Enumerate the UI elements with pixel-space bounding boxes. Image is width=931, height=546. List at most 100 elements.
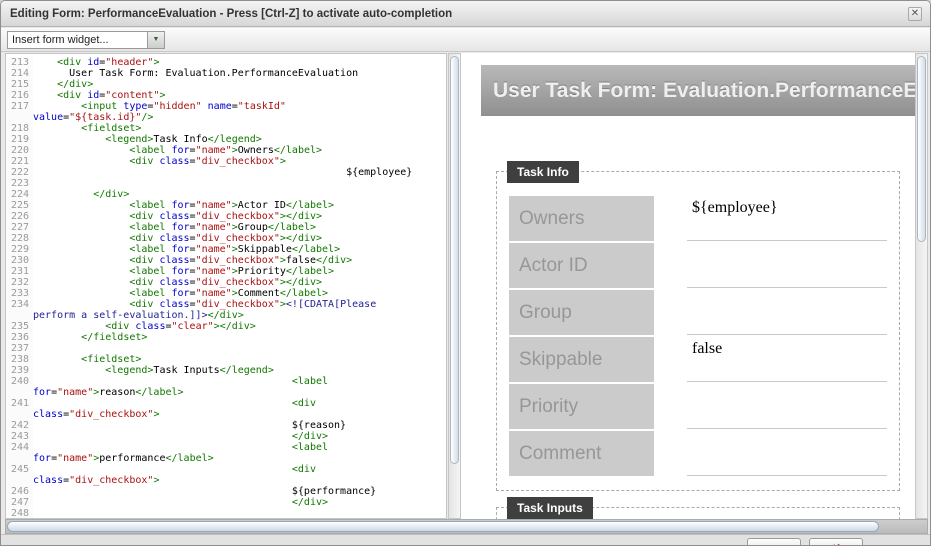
line-number: 245 (6, 464, 33, 475)
line-number: 231 (6, 266, 33, 277)
preview-form-header: User Task Form: Evaluation.PerformanceEv… (481, 65, 915, 116)
line-number: 234 (6, 299, 33, 310)
field-label: Owners (509, 196, 654, 241)
dialog-title: Editing Form: PerformanceEvaluation - Pr… (10, 1, 452, 27)
line-number: 214 (6, 68, 33, 79)
field-gap (654, 337, 687, 382)
horizontal-scrollbar-thumb[interactable] (7, 521, 879, 532)
line-number: 220 (6, 145, 33, 156)
field-label: Group (509, 290, 654, 335)
editor-vertical-scrollbar[interactable] (448, 53, 461, 519)
line-number: 222 (6, 167, 33, 178)
line-number: 233 (6, 288, 33, 299)
code-line: 242 ${reason} (6, 420, 446, 431)
line-number: 213 (6, 57, 33, 68)
form-field-row: Owners${employee} (509, 196, 887, 241)
field-value (687, 431, 887, 476)
line-number: 227 (6, 222, 33, 233)
field-value: false (687, 337, 887, 382)
line-number: 225 (6, 200, 33, 211)
code-line: 232 <div class="div_checkbox"></div> (6, 277, 446, 288)
editor-toolbar: Insert form widget... ▼ (1, 28, 930, 52)
line-number: 223 (6, 178, 33, 189)
code-line: 223 (6, 178, 446, 189)
line-number: 243 (6, 431, 33, 442)
field-gap (654, 243, 687, 288)
code-line: 248 (6, 508, 446, 519)
form-field-row: Group (509, 290, 887, 335)
preview-fieldset: Task InfoOwners${employee}Actor IDGroupS… (496, 171, 900, 491)
field-gap (654, 384, 687, 429)
form-field-row: Priority (509, 384, 887, 429)
field-gap (654, 290, 687, 335)
line-number: 230 (6, 255, 33, 266)
line-number (6, 453, 33, 464)
form-field-row: Actor ID (509, 243, 887, 288)
line-number: 246 (6, 486, 33, 497)
line-number (6, 387, 33, 398)
code-line: 224 </div> (6, 189, 446, 200)
line-number: 226 (6, 211, 33, 222)
code-line: value="${task.id}"/> (6, 112, 446, 123)
code-line: perform a self-evaluation.]]></div> (6, 310, 446, 321)
line-number: 232 (6, 277, 33, 288)
code-line: 217 <input type="hidden" name="taskId" (6, 101, 446, 112)
code-line: for="name">performance</label> (6, 453, 446, 464)
line-number: 219 (6, 134, 33, 145)
dialog-titlebar: Editing Form: PerformanceEvaluation - Pr… (1, 1, 930, 27)
code-line: 240 <label (6, 376, 446, 387)
code-line: 219 <legend>Task Info</legend> (6, 134, 446, 145)
code-line: 236 </fieldset> (6, 332, 446, 343)
code-editor[interactable]: 213 <div id="header">214 User Task Form:… (5, 53, 447, 519)
chevron-down-icon[interactable]: ▼ (147, 32, 164, 48)
field-gap (654, 196, 687, 241)
code-line: class="div_checkbox"> (6, 475, 446, 486)
line-number: 235 (6, 321, 33, 332)
preview-fieldsets: Task InfoOwners${employee}Actor IDGroupS… (461, 171, 915, 519)
code-line: 233 <label for="name">Comment</label> (6, 288, 446, 299)
field-label: Comment (509, 431, 654, 476)
line-number (6, 409, 33, 420)
form-preview: User Task Form: Evaluation.PerformanceEv… (461, 53, 915, 519)
line-number: 217 (6, 101, 33, 112)
code-line: 227 <label for="name">Group</label> (6, 222, 446, 233)
code-line: 247 </div> (6, 497, 446, 508)
preview-fieldset: Task Inputs (496, 507, 900, 519)
field-value (687, 384, 887, 429)
code-line: 237 (6, 343, 446, 354)
code-line: 231 <label for="name">Priority</label> (6, 266, 446, 277)
line-number: 242 (6, 420, 33, 431)
line-number: 224 (6, 189, 33, 200)
fieldset-legend: Task Inputs (507, 497, 593, 519)
line-number: 229 (6, 244, 33, 255)
code-line: class="div_checkbox"> (6, 409, 446, 420)
code-line: 229 <label for="name">Skippable</label> (6, 244, 446, 255)
code-line: 228 <div class="div_checkbox"></div> (6, 233, 446, 244)
field-label: Actor ID (509, 243, 654, 288)
code-line: 238 <fieldset> (6, 354, 446, 365)
editor-vertical-scrollbar-thumb[interactable] (450, 56, 459, 464)
line-number: 236 (6, 332, 33, 343)
line-number: 240 (6, 376, 33, 387)
preview-vertical-scrollbar-thumb[interactable] (917, 56, 926, 242)
insert-widget-dropdown[interactable]: Insert form widget... ▼ (7, 31, 165, 49)
code-line: 226 <div class="div_checkbox"></div> (6, 211, 446, 222)
code-line: 246 ${performance} (6, 486, 446, 497)
line-number: 238 (6, 354, 33, 365)
line-number: 218 (6, 123, 33, 134)
field-gap (654, 431, 687, 476)
line-number (6, 112, 33, 123)
line-number: 215 (6, 79, 33, 90)
confirm-button[interactable]: ✔ (747, 538, 801, 546)
code-line: 230 <div class="div_checkbox">false</div… (6, 255, 446, 266)
close-icon[interactable]: ✕ (908, 7, 922, 21)
code-line: 235 <div class="clear"></div> (6, 321, 446, 332)
cancel-button[interactable]: ✘ (809, 538, 863, 546)
horizontal-scrollbar[interactable] (5, 519, 928, 534)
code-line: 234 <div class="div_checkbox"><![CDATA[P… (6, 299, 446, 310)
code-line: 225 <label for="name">Actor ID</label> (6, 200, 446, 211)
preview-vertical-scrollbar[interactable] (915, 53, 928, 519)
code-line: 218 <fieldset> (6, 123, 446, 134)
fieldset-legend: Task Info (507, 161, 579, 183)
code-line: 221 <div class="div_checkbox"> (6, 156, 446, 167)
